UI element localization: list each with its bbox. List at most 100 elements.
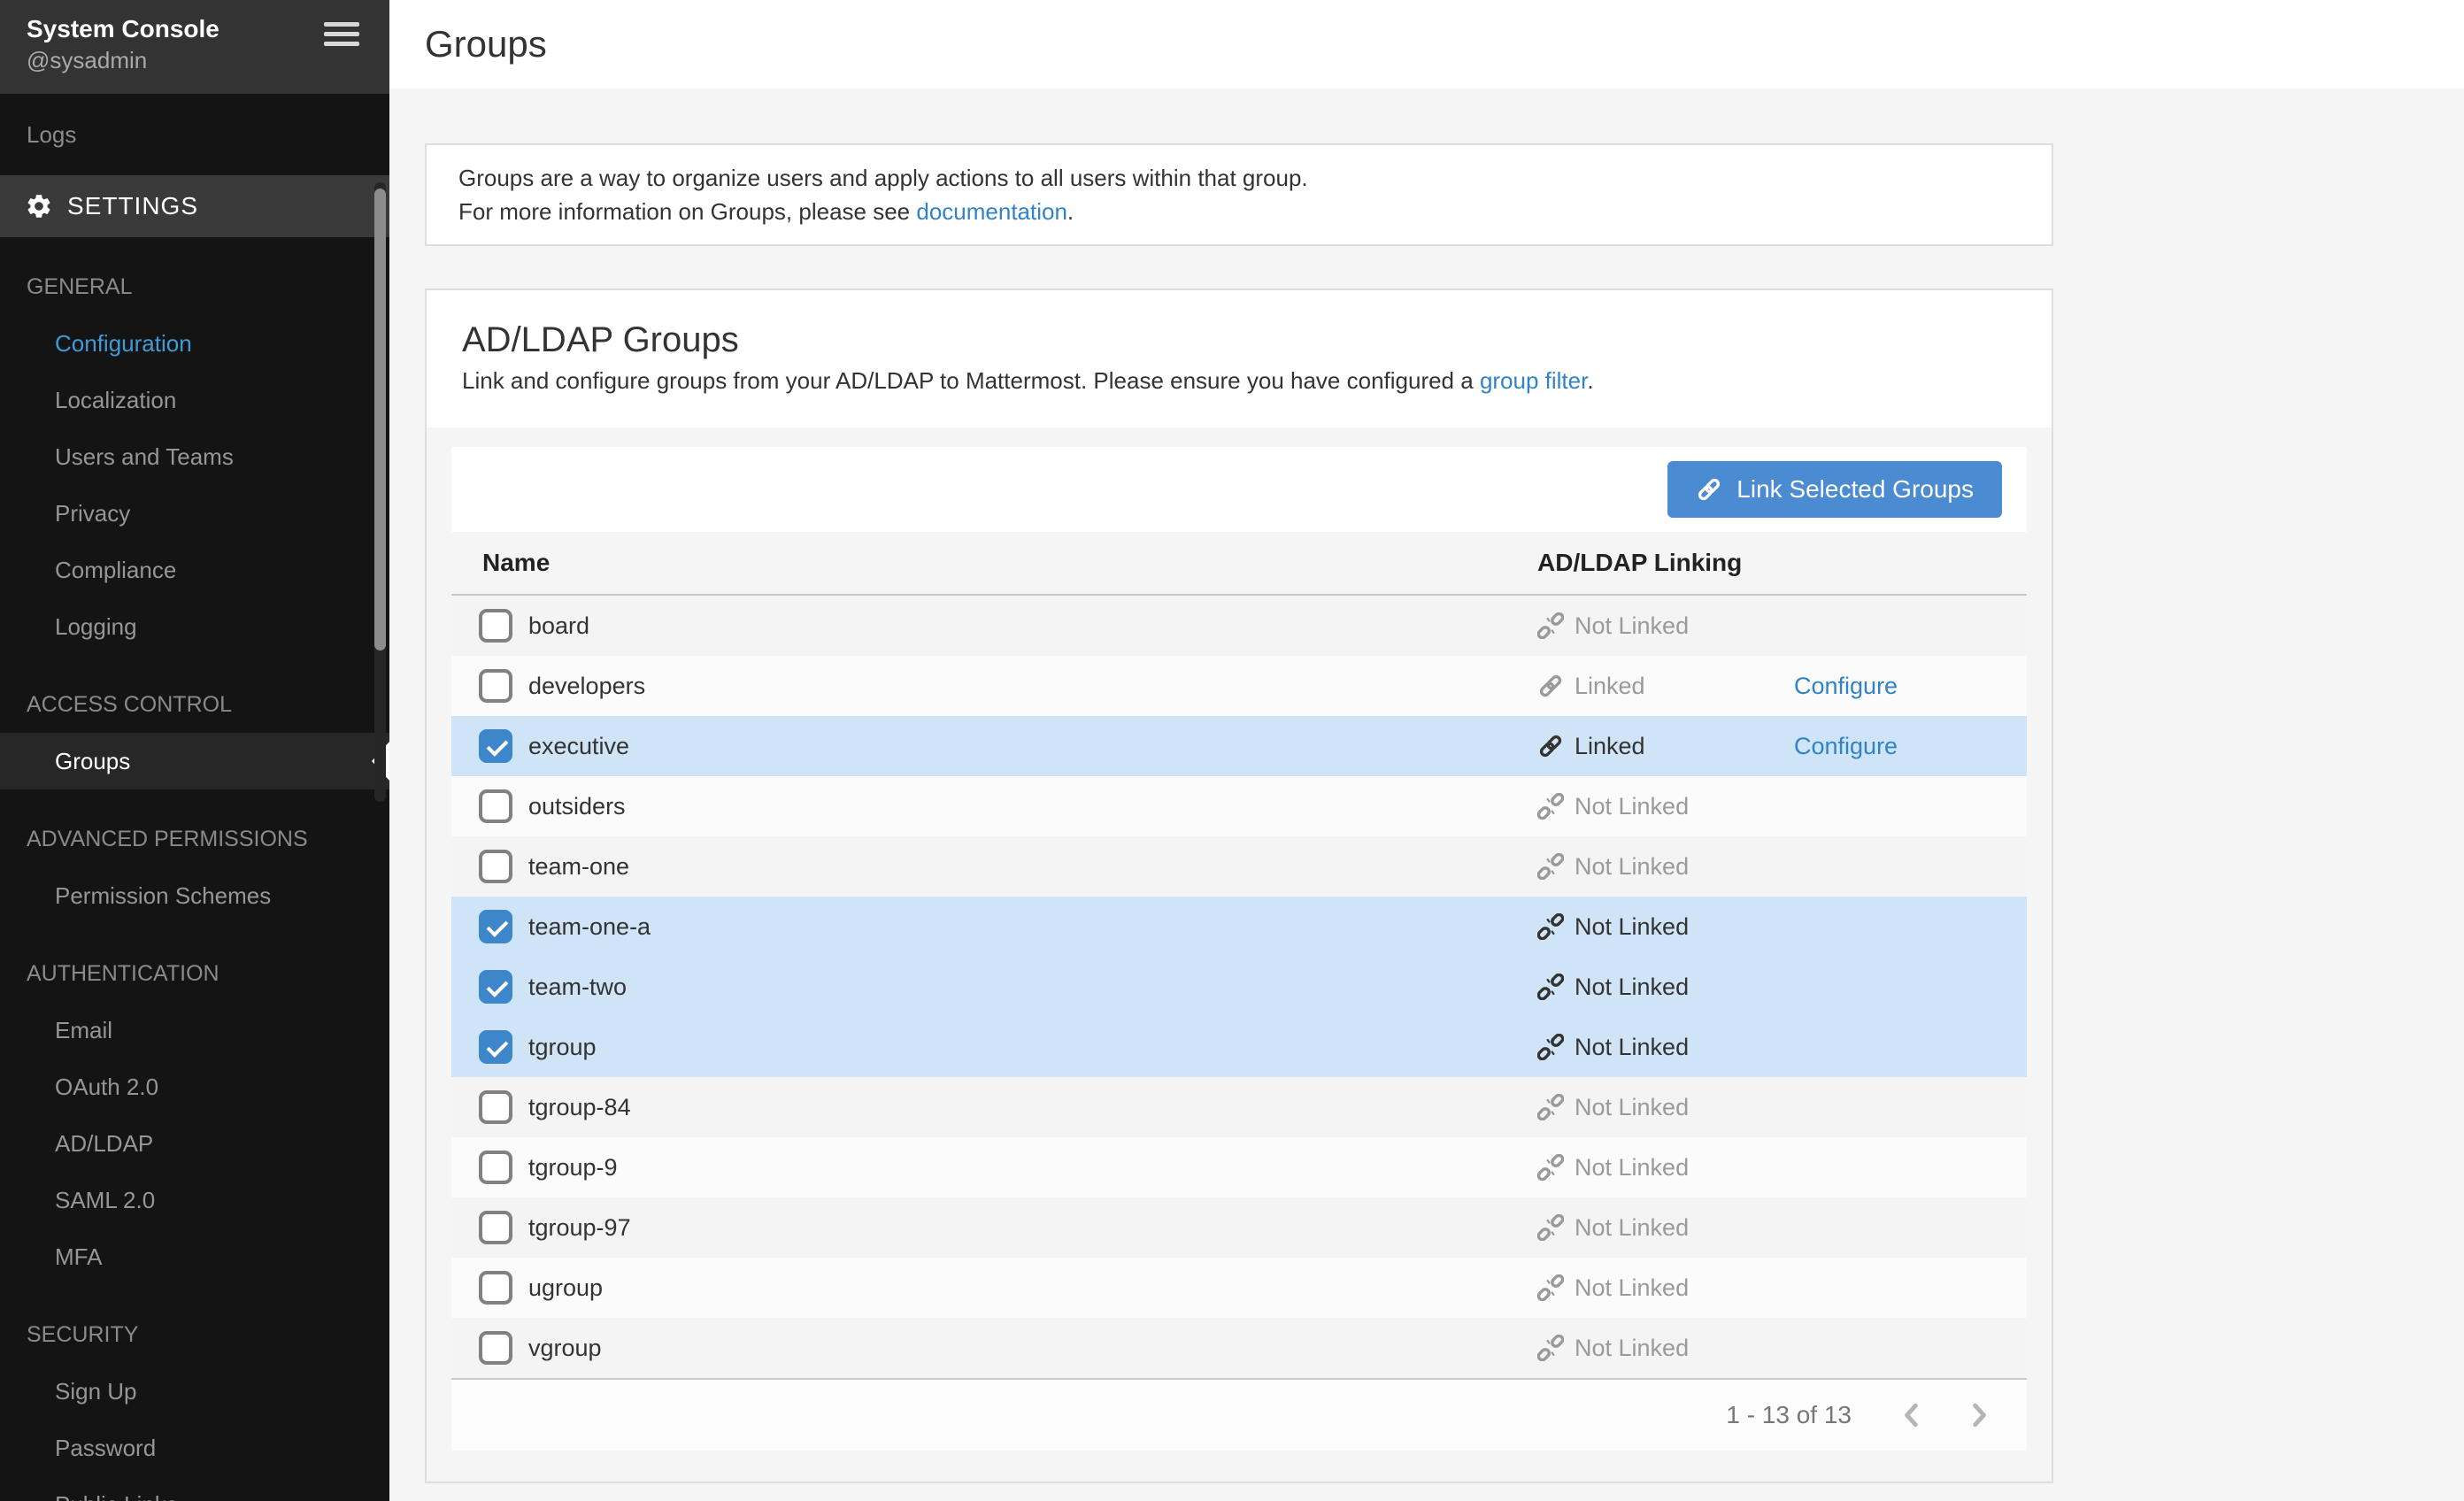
prev-page-button[interactable] [1878,1389,1945,1442]
column-header-name: Name [451,549,1537,577]
table-row: tgroup-9 Not Linked [451,1137,2027,1197]
link-status-label: Not Linked [1575,1214,1689,1242]
row-checkbox[interactable] [479,609,512,643]
row-checkbox[interactable] [479,1211,512,1244]
sidebar-section: SECURITY Sign Up Password Public Links [0,1306,389,1501]
groups-info-banner: Groups are a way to organize users and a… [425,143,2053,246]
adldap-groups-panel: AD/LDAP Groups Link and configure groups… [425,289,2053,1483]
panel-header: AD/LDAP Groups Link and configure groups… [427,290,2052,427]
sidebar-item-compliance[interactable]: Compliance [0,542,389,598]
row-checkbox[interactable] [479,970,512,1004]
chevron-left-icon [1899,1403,1924,1428]
menu-icon[interactable] [324,22,359,51]
content-area: Groups are a way to organize users and a… [389,89,2464,1501]
sidebar-item-label: Configuration [55,330,192,358]
panel-subtitle: Link and configure groups from your AD/L… [462,367,2016,395]
sidebar-item-label: Email [55,1017,112,1044]
link-status: Not Linked [1537,1034,1794,1061]
sidebar-item-label: Privacy [55,500,130,527]
sidebar-section-label: AUTHENTICATION [0,945,389,1002]
app-window: System Console @sysadmin Logs SETTINGS G… [0,0,2464,1501]
sidebar-item-groups[interactable]: Groups [0,733,389,789]
sidebar-item-saml-2-0[interactable]: SAML 2.0 [0,1172,389,1228]
sidebar-scrollbar-thumb[interactable] [374,189,386,650]
row-checkbox[interactable] [479,850,512,883]
group-name: outsiders [528,793,626,820]
sidebar-item-ad-ldap[interactable]: AD/LDAP [0,1115,389,1172]
sidebar-item-label: AD/LDAP [55,1130,153,1158]
configure-link[interactable]: Configure [1794,673,1898,699]
link-status-label: Not Linked [1575,1034,1689,1061]
sidebar-item-label: SAML 2.0 [55,1187,155,1214]
sidebar-item-users-and-teams[interactable]: Users and Teams [0,428,389,485]
sidebar-item-label: MFA [55,1243,102,1271]
broken-chain-link-icon [1537,612,1564,639]
settings-label: SETTINGS [67,192,198,220]
link-status-label: Not Linked [1575,1094,1689,1121]
link-status: Linked [1537,673,1794,700]
sidebar-item-public-links[interactable]: Public Links [0,1476,389,1501]
sidebar-item-mfa[interactable]: MFA [0,1228,389,1285]
row-checkbox[interactable] [479,729,512,763]
admin-sidebar: System Console @sysadmin Logs SETTINGS G… [0,0,389,1501]
link-status-label: Not Linked [1575,1274,1689,1302]
link-status-label: Not Linked [1575,1335,1689,1362]
link-status: Not Linked [1537,853,1794,881]
sidebar-item-localization[interactable]: Localization [0,372,389,428]
table-row: tgroup Not Linked [451,1017,2027,1077]
sidebar-item-password[interactable]: Password [0,1420,389,1476]
link-status: Not Linked [1537,793,1794,820]
table-row: tgroup-97 Not Linked [451,1197,2027,1258]
next-page-button[interactable] [1945,1389,2013,1442]
main-area: Groups Groups are a way to organize user… [389,0,2464,1501]
sidebar-item-permission-schemes[interactable]: Permission Schemes [0,867,389,924]
link-status: Not Linked [1537,1154,1794,1182]
link-status: Not Linked [1537,1094,1794,1121]
row-checkbox[interactable] [479,1331,512,1365]
documentation-link[interactable]: documentation [916,198,1067,225]
sidebar-item-logging[interactable]: Logging [0,598,389,655]
sidebar-item-logs[interactable]: Logs [0,94,389,175]
group-name: tgroup-97 [528,1214,631,1242]
link-status: Not Linked [1537,913,1794,941]
chain-link-icon [1537,733,1564,759]
sidebar-item-sign-up[interactable]: Sign Up [0,1363,389,1420]
link-status: Not Linked [1537,1214,1794,1242]
banner-line1: Groups are a way to organize users and a… [458,161,2020,195]
broken-chain-link-icon [1537,1094,1564,1120]
sidebar-item-configuration[interactable]: Configuration [0,315,389,372]
link-selected-groups-button[interactable]: Link Selected Groups [1667,461,2002,518]
row-checkbox[interactable] [479,1090,512,1124]
broken-chain-link-icon [1537,1154,1564,1181]
sidebar-item-privacy[interactable]: Privacy [0,485,389,542]
row-checkbox[interactable] [479,1151,512,1184]
sidebar-section-label: ADVANCED PERMISSIONS [0,811,389,867]
row-checkbox[interactable] [479,669,512,703]
groups-toolbar: Link Selected Groups [451,447,2027,532]
groups-list-widget: Link Selected Groups Name AD/LDAP Linkin… [451,447,2027,1451]
table-header-row: Name AD/LDAP Linking [451,532,2027,596]
table-row: vgroup Not Linked [451,1318,2027,1378]
table-row: outsiders Not Linked [451,776,2027,836]
table-row: team-one-a Not Linked [451,897,2027,957]
broken-chain-link-icon [1537,974,1564,1000]
row-checkbox[interactable] [479,789,512,823]
sidebar-item-email[interactable]: Email [0,1002,389,1058]
sidebar-section: ACCESS CONTROL Groups [0,676,389,789]
sidebar-section: GENERAL Configuration Localization Users… [0,258,389,655]
group-name: board [528,612,589,640]
table-row: executive Linked Configure [451,716,2027,776]
link-status-label: Not Linked [1575,974,1689,1001]
row-checkbox[interactable] [479,1030,512,1064]
row-checkbox[interactable] [479,1271,512,1305]
chain-link-icon [1696,476,1722,503]
link-status: Not Linked [1537,1335,1794,1362]
group-filter-link[interactable]: group filter [1480,367,1587,394]
sidebar-section-label: ACCESS CONTROL [0,676,389,733]
row-checkbox[interactable] [479,910,512,943]
group-name: team-one [528,853,629,881]
configure-link[interactable]: Configure [1794,733,1898,759]
sidebar-item-oauth-2-0[interactable]: OAuth 2.0 [0,1058,389,1115]
link-status-label: Not Linked [1575,853,1689,881]
sidebar-settings-header[interactable]: SETTINGS [0,175,389,237]
